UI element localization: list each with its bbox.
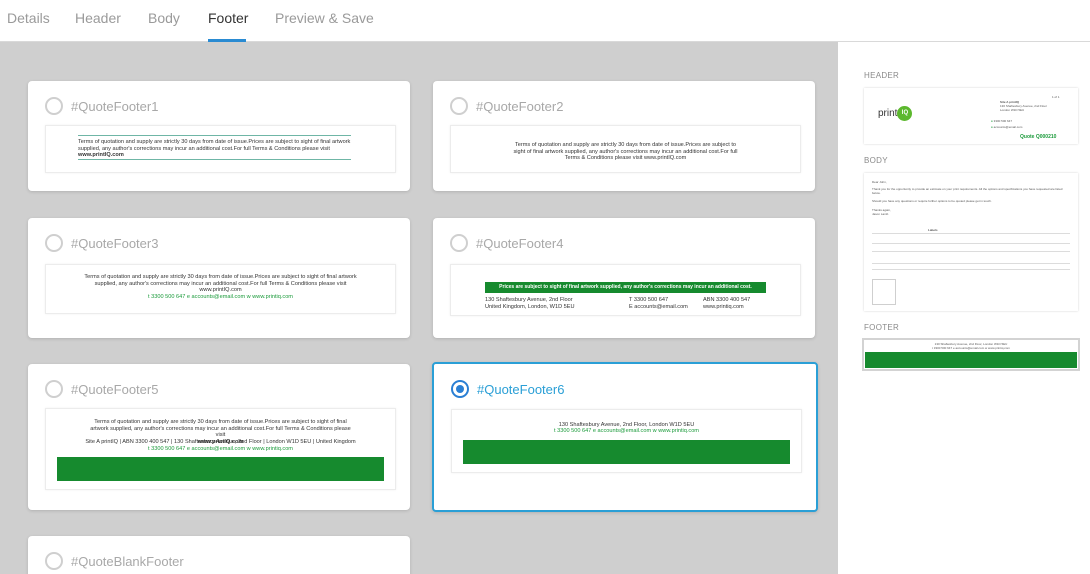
template-card-footer3[interactable]: #QuoteFooter3 Terms of quotation and sup…: [28, 218, 410, 338]
template-card-footer4[interactable]: #QuoteFooter4 Prices are subject to sigh…: [433, 218, 815, 338]
template-card-blank-footer[interactable]: #QuoteBlankFooter: [28, 536, 410, 574]
terms-text: Terms of quotation and supply are strict…: [78, 139, 351, 152]
printiq-logo: print IQ: [878, 106, 913, 121]
template-card-footer2[interactable]: #QuoteFooter2 Terms of quotation and sup…: [433, 81, 815, 191]
template-name: #QuoteFooter3: [71, 236, 159, 251]
footer-preview: 130 Shaftesbury Avenue, 2nd Floor, Londo…: [451, 409, 802, 473]
tab-header[interactable]: Header: [75, 10, 121, 42]
footer-contact: t 3300 500 647 e accounts@email.com w ww…: [932, 346, 1010, 350]
footer-thumbnail[interactable]: 130 Shaftesbury Avenue, 2nd Floor, Londo…: [862, 338, 1080, 371]
footer-section-label: FOOTER: [864, 323, 900, 332]
abn-text: ABN 3300 400 547: [703, 297, 751, 303]
green-bar: [463, 440, 790, 464]
terms-text: Terms of quotation and supply are strict…: [90, 419, 351, 439]
email-text: ● accounts@email.com: [991, 125, 1023, 129]
template-name: #QuoteFooter5: [71, 382, 159, 397]
radio-footer6[interactable]: [451, 380, 469, 398]
contact-line: t 3300 500 647 e accounts@email.com w ww…: [554, 428, 699, 434]
template-card-footer6[interactable]: #QuoteFooter6 130 Shaftesbury Avenue, 2n…: [432, 362, 818, 512]
radio-footer3[interactable]: [45, 234, 63, 252]
tab-footer[interactable]: Footer: [208, 10, 248, 42]
address-line-1: 130 Shaftesbury Avenue, 2nd Floor: [485, 297, 573, 303]
website-text: www.printIQ.com: [78, 152, 124, 159]
tab-body[interactable]: Body: [148, 10, 180, 42]
email-text: E accounts@email.com: [629, 303, 688, 310]
template-name: #QuoteFooter4: [476, 236, 564, 251]
terms-text: Terms of quotation and supply are strict…: [513, 142, 738, 162]
green-bar: [57, 457, 384, 481]
phone-text: ● 3300 500 647: [991, 119, 1013, 123]
site-line: Site A printIQ | ABN 3300 400 547 | 130 …: [85, 439, 356, 445]
address-line-2: United Kingdom, London, W1D 5EU: [485, 303, 575, 310]
totals-box: [872, 279, 896, 305]
greeting: Dear John,: [872, 180, 887, 184]
template-name: #QuoteFooter2: [476, 99, 564, 114]
signature-name: Jason Lamb: [872, 212, 889, 216]
radio-footer1[interactable]: [45, 97, 63, 115]
body-section-label: BODY: [864, 156, 888, 165]
document-preview-panel: HEADER print IQ 1 of 1 Site A printIQ 130…: [838, 42, 1090, 574]
footer-preview: Terms of quotation and supply are strict…: [45, 408, 396, 490]
footer-template-list: #QuoteFooter1 Terms of quotation and sup…: [0, 42, 838, 574]
footer-preview: Terms of quotation and supply are strict…: [45, 125, 396, 173]
footer-green-bar: [865, 352, 1077, 368]
company-address-2: London W1D 5EU: [1000, 108, 1025, 112]
website-text: www.printiq.com: [703, 303, 744, 310]
radio-footer5[interactable]: [45, 380, 63, 398]
contact-line: t 3300 500 647 e accounts@email.com w ww…: [148, 446, 293, 452]
template-name: #QuoteBlankFooter: [71, 554, 184, 569]
phone-text: T 3300 500 647: [629, 297, 669, 303]
template-name: #QuoteFooter6: [477, 382, 565, 397]
body-thumbnail[interactable]: Dear John, Thank you for the opportunity…: [864, 173, 1078, 311]
template-name: #QuoteFooter1: [71, 99, 159, 114]
body-questions: Should you have any questions or require…: [872, 199, 992, 203]
tab-details[interactable]: Details: [7, 10, 50, 42]
footer-preview: Prices are subject to sight of final art…: [450, 264, 801, 316]
quote-number: Quote Q000210: [1020, 134, 1057, 140]
header-thumbnail[interactable]: print IQ 1 of 1 Site A printIQ 130 Shafte…: [864, 88, 1078, 144]
contact-line: t 3300 500 647 e accounts@email.com w ww…: [148, 294, 293, 300]
footer-preview: Terms of quotation and supply are strict…: [450, 125, 801, 173]
tab-preview-save[interactable]: Preview & Save: [275, 10, 374, 42]
radio-footer4[interactable]: [450, 234, 468, 252]
terms-text: Terms of quotation and supply are strict…: [84, 274, 357, 287]
template-card-footer5[interactable]: #QuoteFooter5 Terms of quotation and sup…: [28, 364, 410, 510]
job-title: Labels: [928, 228, 938, 232]
radio-blank-footer[interactable]: [45, 552, 63, 570]
header-section-label: HEADER: [864, 71, 900, 80]
wizard-tabs: Details Header Body Footer Preview & Sav…: [0, 0, 1090, 42]
green-banner: Prices are subject to sight of final art…: [485, 282, 766, 293]
template-card-footer1[interactable]: #QuoteFooter1 Terms of quotation and sup…: [28, 81, 410, 191]
page-count: 1 of 1: [1052, 95, 1060, 99]
website-text: www.printIQ.com: [199, 287, 242, 294]
body-paragraph: Thank you for the opportunity to provide…: [872, 187, 1063, 195]
footer-preview: Terms of quotation and supply are strict…: [45, 264, 396, 314]
radio-footer2[interactable]: [450, 97, 468, 115]
